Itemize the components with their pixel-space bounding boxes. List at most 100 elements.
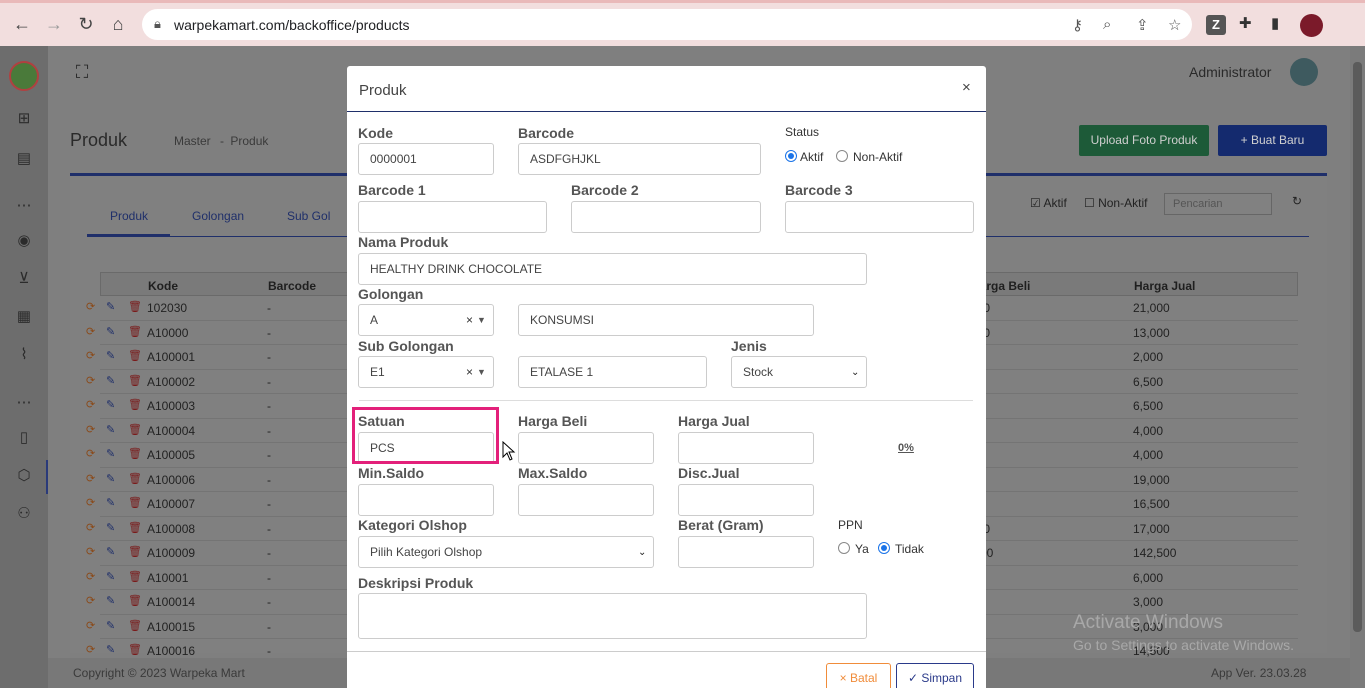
edit-icon[interactable]: ✎ bbox=[106, 325, 115, 338]
cart-icon[interactable]: ⊻ bbox=[14, 269, 34, 289]
bookmark-star-icon[interactable]: ☆ bbox=[1168, 16, 1181, 34]
delete-icon[interactable]: 🗑︎ bbox=[128, 423, 142, 436]
restore-icon[interactable]: ⟳ bbox=[86, 472, 95, 485]
back-icon[interactable]: ← bbox=[10, 12, 34, 36]
save-button[interactable]: ✓ Simpan bbox=[896, 663, 974, 688]
edit-icon[interactable]: ✎ bbox=[106, 300, 115, 313]
barcode2-input[interactable] bbox=[571, 201, 761, 233]
page-scrollbar[interactable] bbox=[1350, 46, 1365, 688]
calculator-icon[interactable]: ▦ bbox=[14, 307, 34, 327]
close-icon[interactable]: × bbox=[962, 79, 971, 96]
deskripsi-textarea[interactable] bbox=[358, 593, 867, 639]
upload-photo-button[interactable]: Upload Foto Produk bbox=[1079, 125, 1209, 156]
home-icon[interactable]: ⌂ bbox=[106, 12, 130, 36]
box-icon[interactable]: ⬡ bbox=[14, 466, 34, 486]
status-active-radio[interactable] bbox=[785, 150, 797, 162]
breadcrumb-master[interactable]: Master bbox=[174, 134, 211, 148]
restore-icon[interactable]: ⟳ bbox=[86, 325, 95, 338]
sub-golongan-caret-icon[interactable]: ▼ bbox=[477, 367, 486, 377]
restore-icon[interactable]: ⟳ bbox=[86, 374, 95, 387]
zoom-icon[interactable]: ⌕ bbox=[1103, 16, 1111, 33]
scrollbar-thumb[interactable] bbox=[1353, 62, 1362, 632]
delete-icon[interactable]: 🗑︎ bbox=[128, 447, 142, 460]
edit-icon[interactable]: ✎ bbox=[106, 423, 115, 436]
min-saldo-input[interactable] bbox=[358, 484, 494, 516]
edit-icon[interactable]: ✎ bbox=[106, 398, 115, 411]
edit-icon[interactable]: ✎ bbox=[106, 643, 115, 656]
delete-icon[interactable]: 🗑︎ bbox=[128, 594, 142, 607]
side-panel-icon[interactable]: ▮ bbox=[1271, 14, 1279, 32]
ppn-yes-radio[interactable] bbox=[838, 542, 850, 554]
restore-icon[interactable]: ⟳ bbox=[86, 521, 95, 534]
edit-icon[interactable]: ✎ bbox=[106, 496, 115, 509]
edit-icon[interactable]: ✎ bbox=[106, 521, 115, 534]
tab-sub-golongan[interactable]: Sub Gol bbox=[287, 209, 330, 223]
zotero-extension-icon[interactable]: Z bbox=[1206, 15, 1226, 35]
edit-icon[interactable]: ✎ bbox=[106, 545, 115, 558]
restore-icon[interactable]: ⟳ bbox=[86, 447, 95, 460]
refresh-icon[interactable]: ↻ bbox=[1292, 194, 1302, 208]
harga-beli-input[interactable] bbox=[518, 432, 654, 464]
tab-golongan[interactable]: Golongan bbox=[192, 209, 244, 223]
edit-icon[interactable]: ✎ bbox=[106, 594, 115, 607]
restore-icon[interactable]: ⟳ bbox=[86, 545, 95, 558]
kategori-chevron-icon[interactable]: ⌄ bbox=[638, 547, 646, 558]
search-input[interactable]: Pencarian bbox=[1164, 193, 1272, 215]
restore-icon[interactable]: ⟳ bbox=[86, 643, 95, 656]
kode-input[interactable]: 0000001 bbox=[358, 143, 494, 175]
barcode3-input[interactable] bbox=[785, 201, 974, 233]
user-name[interactable]: Administrator bbox=[1189, 64, 1271, 80]
sub-golongan-select[interactable]: E1 bbox=[358, 356, 494, 388]
share-icon[interactable]: ⇪ bbox=[1136, 16, 1149, 34]
column-kode[interactable]: Kode bbox=[148, 279, 178, 293]
barcode1-input[interactable] bbox=[358, 201, 547, 233]
jenis-chevron-icon[interactable]: ⌄ bbox=[851, 367, 859, 378]
berat-input[interactable] bbox=[678, 536, 814, 568]
user-avatar[interactable] bbox=[1290, 58, 1318, 86]
delete-icon[interactable]: 🗑︎ bbox=[128, 619, 142, 632]
filter-inactive[interactable]: ☐ Non-Aktif bbox=[1084, 196, 1147, 210]
harga-jual-input[interactable] bbox=[678, 432, 814, 464]
tab-produk[interactable]: Produk bbox=[110, 209, 148, 223]
profile-avatar[interactable] bbox=[1300, 14, 1323, 37]
disc-jual-input[interactable] bbox=[678, 484, 814, 516]
column-harga-jual[interactable]: Harga Jual bbox=[1134, 279, 1195, 293]
reload-icon[interactable]: ↻ bbox=[74, 12, 98, 36]
restore-icon[interactable]: ⟳ bbox=[86, 349, 95, 362]
extensions-puzzle-icon[interactable]: ✚ bbox=[1239, 14, 1252, 32]
delete-icon[interactable]: 🗑︎ bbox=[128, 472, 142, 485]
restore-icon[interactable]: ⟳ bbox=[86, 496, 95, 509]
delete-icon[interactable]: 🗑︎ bbox=[128, 496, 142, 509]
delete-icon[interactable]: 🗑︎ bbox=[128, 398, 142, 411]
cancel-button[interactable]: × Batal bbox=[826, 663, 891, 688]
column-barcode[interactable]: Barcode bbox=[268, 279, 316, 293]
kategori-olshop-select[interactable]: Pilih Kategori Olshop bbox=[358, 536, 654, 568]
edit-icon[interactable]: ✎ bbox=[106, 619, 115, 632]
dashboard-icon[interactable]: ⊞ bbox=[14, 109, 34, 129]
restore-icon[interactable]: ⟳ bbox=[86, 423, 95, 436]
golongan-clear-icon[interactable]: × bbox=[466, 313, 473, 327]
delete-icon[interactable]: 🗑︎ bbox=[128, 643, 142, 656]
jenis-select[interactable]: Stock bbox=[731, 356, 867, 388]
edit-icon[interactable]: ✎ bbox=[106, 570, 115, 583]
paperclip-icon[interactable]: ⌇ bbox=[14, 345, 34, 365]
delete-icon[interactable]: 🗑︎ bbox=[128, 349, 142, 362]
restore-icon[interactable]: ⟳ bbox=[86, 594, 95, 607]
golongan-name-input[interactable]: KONSUMSI bbox=[518, 304, 814, 336]
fullscreen-icon[interactable]: ⛶ bbox=[70, 60, 94, 84]
restore-icon[interactable]: ⟳ bbox=[86, 570, 95, 583]
ppn-no-radio[interactable] bbox=[878, 542, 890, 554]
restore-icon[interactable]: ⟳ bbox=[86, 619, 95, 632]
sub-golongan-name-input[interactable]: ETALASE 1 bbox=[518, 356, 707, 388]
delete-icon[interactable]: 🗑︎ bbox=[128, 374, 142, 387]
clipboard-icon[interactable]: ▤ bbox=[14, 149, 34, 169]
golongan-select[interactable]: A bbox=[358, 304, 494, 336]
margin-percent[interactable]: 0% bbox=[898, 442, 914, 454]
barcode-input[interactable]: ASDFGHJKL bbox=[518, 143, 761, 175]
address-bar[interactable]: 🔒︎ warpekamart.com/backoffice/products ⚷… bbox=[142, 9, 1192, 40]
book-icon[interactable]: ▯ bbox=[14, 428, 34, 448]
create-new-button[interactable]: + Buat Baru bbox=[1218, 125, 1327, 156]
key-icon[interactable]: ⚷ bbox=[1072, 16, 1083, 34]
restore-icon[interactable]: ⟳ bbox=[86, 300, 95, 313]
forward-icon[interactable]: → bbox=[42, 12, 66, 36]
